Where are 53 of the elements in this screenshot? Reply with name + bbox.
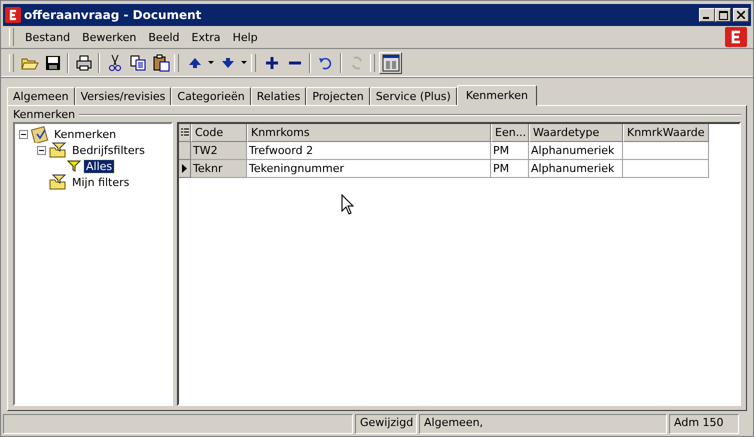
tab[interactable]: Algemeen: [7, 87, 75, 106]
column-header[interactable]: KnmrkWaarde: [623, 124, 709, 142]
folder-filter-icon: [49, 174, 67, 190]
table-cell: PM: [491, 142, 529, 160]
column-header[interactable]: Waardetype: [529, 124, 623, 142]
table-cell: TW2: [191, 142, 247, 160]
tree-item[interactable]: Alles: [84, 160, 114, 172]
tab[interactable]: Relaties: [250, 87, 306, 106]
current-row-icon: [182, 164, 187, 173]
tab[interactable]: Versies/revisies: [74, 87, 172, 106]
caret-icon: [241, 60, 247, 64]
filter-icon: [67, 160, 81, 172]
tree-item[interactable]: Mijn filters: [70, 176, 132, 188]
close-button[interactable]: [733, 8, 749, 22]
status-text: Algemeen,: [424, 416, 484, 429]
table-cell: PM: [491, 160, 529, 178]
app-logo-icon: [725, 27, 747, 47]
column-header[interactable]: Een...: [491, 124, 529, 142]
status-text: Adm 150: [674, 416, 724, 429]
menu-item[interactable]: Help: [228, 28, 263, 46]
menu-item[interactable]: Bestand: [20, 28, 76, 46]
maximize-button[interactable]: [715, 8, 731, 22]
close-icon: [737, 11, 745, 19]
folder-filter-icon: [49, 142, 67, 158]
tab[interactable]: Kenmerken: [456, 85, 537, 106]
tab[interactable]: Categorieën: [171, 87, 251, 106]
menu-item[interactable]: Extra: [186, 28, 226, 46]
tab[interactable]: Service (Plus): [370, 87, 457, 106]
table-cell: Tekeningnummer: [247, 160, 491, 178]
menu-item[interactable]: Beeld: [143, 28, 185, 46]
clipboard-icon: [31, 125, 49, 143]
table-cell: Alphanumeriek: [529, 142, 623, 160]
caret-icon: [208, 60, 214, 64]
table-cell: Teknr: [191, 160, 247, 178]
collapse-toggle[interactable]: [19, 130, 28, 138]
tab[interactable]: Projecten: [306, 87, 370, 106]
maximize-icon: [718, 10, 728, 20]
list-icon: [180, 128, 188, 138]
window-layout-icon[interactable]: [379, 52, 402, 74]
window-title: offeraanvraag - Document: [24, 8, 202, 22]
app-logo-icon: [5, 7, 21, 23]
collapse-toggle[interactable]: [37, 146, 46, 154]
menu-item[interactable]: Bewerken: [77, 28, 142, 46]
tree-item[interactable]: Kenmerken: [52, 128, 118, 140]
group-title: Kenmerken: [13, 108, 76, 121]
status-text: Gewijzigd: [360, 416, 414, 429]
column-header[interactable]: Knmrkoms: [247, 124, 491, 142]
cursor-icon: [341, 194, 355, 216]
table-cell: Trefwoord 2: [247, 142, 491, 160]
minimize-button[interactable]: [699, 8, 715, 22]
column-header[interactable]: Code: [191, 124, 247, 142]
tree-item[interactable]: Bedrijfsfilters: [70, 144, 147, 156]
table-cell: Alphanumeriek: [529, 160, 623, 178]
